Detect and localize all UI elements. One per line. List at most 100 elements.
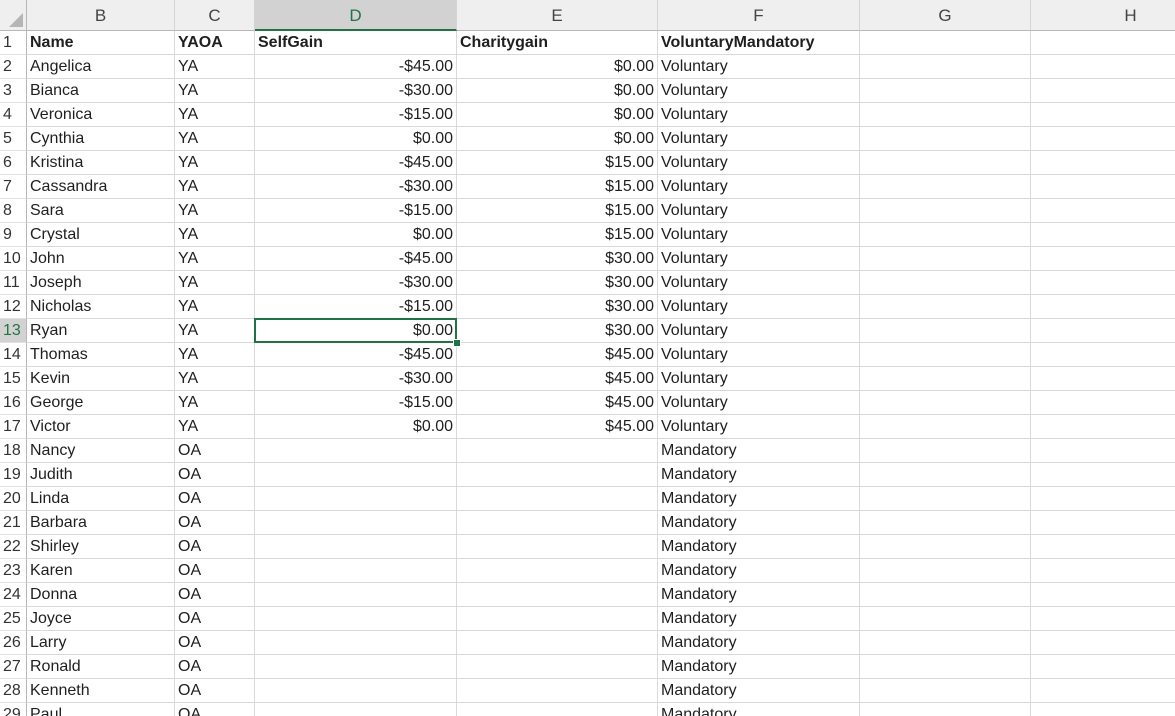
- table-cell[interactable]: [1031, 319, 1175, 343]
- table-cell[interactable]: OA: [175, 535, 255, 559]
- table-cell[interactable]: Voluntary: [658, 391, 860, 415]
- table-cell[interactable]: Mandatory: [658, 439, 860, 463]
- table-cell[interactable]: [860, 151, 1031, 175]
- table-cell[interactable]: [255, 535, 457, 559]
- column-title-cell[interactable]: Charitygain: [457, 31, 658, 55]
- row-header-27[interactable]: 27: [0, 655, 27, 679]
- table-cell[interactable]: [457, 559, 658, 583]
- table-cell[interactable]: John: [27, 247, 175, 271]
- table-cell[interactable]: -$45.00: [255, 151, 457, 175]
- table-cell[interactable]: [1031, 703, 1175, 716]
- table-cell[interactable]: [1031, 175, 1175, 199]
- table-cell[interactable]: [860, 79, 1031, 103]
- row-header-8[interactable]: 8: [0, 199, 27, 223]
- table-cell[interactable]: YA: [175, 175, 255, 199]
- table-cell[interactable]: [1031, 271, 1175, 295]
- table-cell[interactable]: [1031, 415, 1175, 439]
- table-cell[interactable]: [1031, 607, 1175, 631]
- table-cell[interactable]: YA: [175, 295, 255, 319]
- table-cell[interactable]: [1031, 535, 1175, 559]
- table-cell[interactable]: YA: [175, 199, 255, 223]
- table-cell[interactable]: Voluntary: [658, 295, 860, 319]
- row-header-22[interactable]: 22: [0, 535, 27, 559]
- table-cell[interactable]: -$15.00: [255, 103, 457, 127]
- column-title-cell[interactable]: Name: [27, 31, 175, 55]
- column-header-e[interactable]: E: [457, 0, 658, 31]
- column-title-cell[interactable]: YAOA: [175, 31, 255, 55]
- table-cell[interactable]: YA: [175, 343, 255, 367]
- table-cell[interactable]: Mandatory: [658, 607, 860, 631]
- row-header-5[interactable]: 5: [0, 127, 27, 151]
- table-cell[interactable]: $30.00: [457, 295, 658, 319]
- table-cell[interactable]: [860, 511, 1031, 535]
- row-header-9[interactable]: 9: [0, 223, 27, 247]
- row-header-25[interactable]: 25: [0, 607, 27, 631]
- table-cell[interactable]: $0.00: [255, 223, 457, 247]
- table-cell[interactable]: [457, 583, 658, 607]
- table-cell[interactable]: YA: [175, 103, 255, 127]
- table-cell[interactable]: Mandatory: [658, 559, 860, 583]
- table-cell[interactable]: $15.00: [457, 175, 658, 199]
- table-cell[interactable]: $0.00: [457, 55, 658, 79]
- table-cell[interactable]: -$30.00: [255, 271, 457, 295]
- table-cell[interactable]: [1031, 295, 1175, 319]
- row-header-14[interactable]: 14: [0, 343, 27, 367]
- table-cell[interactable]: Kristina: [27, 151, 175, 175]
- select-all-corner[interactable]: [0, 0, 27, 31]
- table-cell[interactable]: [255, 679, 457, 703]
- table-cell[interactable]: $0.00: [457, 79, 658, 103]
- table-cell[interactable]: YA: [175, 127, 255, 151]
- table-cell[interactable]: Kevin: [27, 367, 175, 391]
- table-cell[interactable]: Voluntary: [658, 199, 860, 223]
- table-cell[interactable]: [1031, 391, 1175, 415]
- row-header-24[interactable]: 24: [0, 583, 27, 607]
- table-cell[interactable]: Voluntary: [658, 343, 860, 367]
- table-cell[interactable]: Mandatory: [658, 487, 860, 511]
- table-cell[interactable]: Ryan: [27, 319, 175, 343]
- table-cell[interactable]: [1031, 631, 1175, 655]
- table-cell[interactable]: [1031, 655, 1175, 679]
- column-header-f[interactable]: F: [658, 0, 860, 31]
- table-cell[interactable]: [860, 223, 1031, 247]
- table-cell[interactable]: Ronald: [27, 655, 175, 679]
- table-cell[interactable]: YA: [175, 391, 255, 415]
- table-cell[interactable]: [860, 415, 1031, 439]
- table-cell[interactable]: [1031, 223, 1175, 247]
- table-cell[interactable]: [255, 463, 457, 487]
- table-cell[interactable]: Kenneth: [27, 679, 175, 703]
- table-cell[interactable]: Voluntary: [658, 151, 860, 175]
- table-cell[interactable]: [860, 439, 1031, 463]
- table-cell[interactable]: [860, 487, 1031, 511]
- table-cell[interactable]: [1031, 511, 1175, 535]
- column-header-c[interactable]: C: [175, 0, 255, 31]
- row-header-6[interactable]: 6: [0, 151, 27, 175]
- table-cell[interactable]: -$15.00: [255, 199, 457, 223]
- table-cell[interactable]: [1031, 127, 1175, 151]
- table-cell[interactable]: Mandatory: [658, 463, 860, 487]
- table-cell[interactable]: [255, 487, 457, 511]
- row-header-18[interactable]: 18: [0, 439, 27, 463]
- table-cell[interactable]: -$30.00: [255, 175, 457, 199]
- table-cell[interactable]: $30.00: [457, 271, 658, 295]
- table-cell[interactable]: [860, 319, 1031, 343]
- table-cell[interactable]: [255, 703, 457, 716]
- table-cell[interactable]: Voluntary: [658, 319, 860, 343]
- table-cell[interactable]: Voluntary: [658, 127, 860, 151]
- table-cell[interactable]: [255, 583, 457, 607]
- table-cell[interactable]: $15.00: [457, 199, 658, 223]
- table-cell[interactable]: [860, 679, 1031, 703]
- table-cell[interactable]: Mandatory: [658, 679, 860, 703]
- table-cell[interactable]: Cassandra: [27, 175, 175, 199]
- table-cell[interactable]: [457, 631, 658, 655]
- table-cell[interactable]: [860, 55, 1031, 79]
- table-cell[interactable]: [1031, 679, 1175, 703]
- table-cell[interactable]: [860, 367, 1031, 391]
- table-cell[interactable]: Larry: [27, 631, 175, 655]
- table-cell[interactable]: $0.00: [255, 415, 457, 439]
- table-cell[interactable]: [860, 463, 1031, 487]
- row-header-10[interactable]: 10: [0, 247, 27, 271]
- table-cell[interactable]: [860, 535, 1031, 559]
- table-cell[interactable]: Thomas: [27, 343, 175, 367]
- table-cell[interactable]: $45.00: [457, 343, 658, 367]
- table-cell[interactable]: [457, 463, 658, 487]
